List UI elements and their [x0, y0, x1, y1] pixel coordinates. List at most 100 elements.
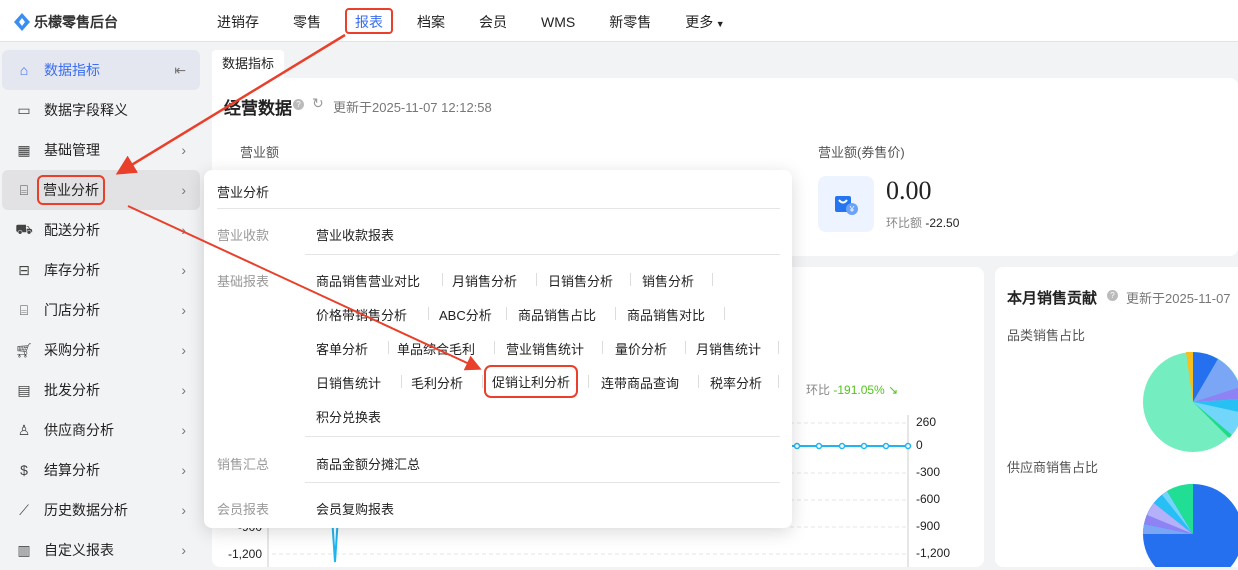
tab-data-metrics[interactable]: 数据指标 — [212, 50, 284, 78]
sidebar-item-label: 供应商分析 — [44, 422, 114, 438]
refresh-icon[interactable]: ↻ — [312, 95, 324, 112]
nav-member[interactable]: 会员 — [462, 0, 524, 42]
coupon-revenue-value: 0.00 — [886, 176, 932, 205]
sidebar-item-purchase-analysis[interactable]: 🛒︎ 采购分析 › — [2, 330, 200, 370]
help-icon[interactable]: ? — [1107, 290, 1118, 301]
user-icon: ♙ — [17, 421, 31, 438]
report-link[interactable]: 会员复购报表 — [316, 499, 394, 518]
svg-text:¥: ¥ — [849, 205, 855, 214]
collapse-sidebar-icon[interactable]: ⇤ — [174, 62, 186, 79]
group-label: 销售汇总 — [217, 457, 270, 472]
nav-archive[interactable]: 档案 — [400, 0, 462, 42]
sidebar-item-settlement-analysis[interactable]: $ 结算分析 › — [2, 450, 200, 490]
report-link[interactable]: 单品综合毛利 — [397, 339, 475, 358]
shopping-bag-icon: ¥ — [818, 176, 874, 232]
compare-label: 环比额 — [886, 216, 923, 230]
sidebar-item-data-metrics[interactable]: ⌂ 数据指标 ⇤ — [2, 50, 200, 90]
report-link[interactable]: 积分兑换表 — [316, 407, 381, 426]
divider — [217, 208, 780, 209]
report-link[interactable]: 商品销售营业对比 — [316, 271, 420, 290]
nav-inventory[interactable]: 进销存 — [200, 0, 276, 42]
report-link[interactable]: 月销售分析 — [452, 271, 517, 290]
category-share-label: 品类销售占比 — [1007, 328, 1086, 343]
report-link[interactable]: ABC分析 — [439, 305, 492, 324]
supplier-pie-chart — [1143, 483, 1238, 567]
sidebar-item-label: 采购分析 — [44, 342, 100, 358]
divider — [305, 436, 780, 437]
axis-tick: -1,200 — [227, 547, 262, 561]
book-icon: ▭ — [17, 101, 31, 118]
axis-tick: 260 — [916, 415, 937, 429]
axis-tick: -300 — [916, 465, 941, 479]
help-icon[interactable]: ? — [293, 99, 304, 110]
report-link[interactable]: 价格带销售分析 — [316, 305, 407, 324]
sidebar-item-store-analysis[interactable]: ⌸ 门店分析 › — [2, 290, 200, 330]
compare-value: -22.50 — [925, 216, 960, 230]
store-icon: ⌸ — [19, 181, 29, 198]
axis-tick: -1,200 — [916, 546, 951, 560]
top-bar: 乐檬零售后台 进销存 零售 报表 档案 会员 WMS 新零售 更多 ▼ — [0, 0, 1238, 42]
business-analysis-submenu: 营业分析 营业收款 营业收款报表 基础报表 商品销售营业对比 月销售分析 日销售… — [204, 170, 792, 528]
divider — [305, 254, 780, 255]
nav-wms[interactable]: WMS — [524, 0, 592, 42]
nav-retail[interactable]: 零售 — [276, 0, 338, 42]
report-link[interactable]: 日销售分析 — [548, 271, 613, 290]
app-logo[interactable]: 乐檬零售后台 — [14, 12, 118, 32]
report-link[interactable]: 营业销售统计 — [506, 339, 584, 358]
cart-icon: 🛒︎ — [15, 341, 33, 358]
report-link[interactable]: 客单分析 — [316, 339, 368, 358]
contribution-title: 本月销售贡献 — [1007, 290, 1098, 307]
business-title: 经营数据 — [224, 99, 292, 118]
axis-tick: -600 — [916, 492, 941, 506]
sidebar-item-inventory-analysis[interactable]: ⊟ 库存分析 › — [2, 250, 200, 290]
category-pie-chart — [1143, 351, 1238, 452]
chevron-right-icon: › — [181, 222, 186, 238]
sidebar-item-business-analysis[interactable]: ⌸ 营业分析 › — [2, 170, 200, 210]
trend-compare-value: -191.05% — [833, 383, 885, 397]
nav-reports[interactable]: 报表 — [338, 0, 400, 42]
sidebar-item-basic-management[interactable]: ▦ 基础管理 › — [2, 130, 200, 170]
trend-down-icon: ↘ — [888, 383, 899, 397]
link-revenue-collection-report[interactable]: 营业收款报表 — [316, 225, 394, 244]
contribution-card: 本月销售贡献 ? 更新于2025-11-07 品类销售占比 供应商销售占比 — [995, 267, 1238, 567]
dollar-icon: $ — [20, 462, 28, 478]
chevron-right-icon: › — [181, 462, 186, 478]
sidebar-item-custom-reports[interactable]: ▥ 自定义报表 › — [2, 530, 200, 570]
wholesale-icon: ▤ — [17, 381, 31, 398]
report-link[interactable]: 商品销售占比 — [518, 305, 596, 324]
logo-icon — [14, 13, 30, 31]
revenue-label: 营业额 — [240, 145, 280, 160]
sidebar-item-supplier-analysis[interactable]: ♙ 供应商分析 › — [2, 410, 200, 450]
chevron-right-icon: › — [181, 502, 186, 518]
report-link[interactable]: 日销售统计 — [316, 373, 381, 392]
sidebar-item-label: 批发分析 — [44, 382, 100, 398]
report-link[interactable]: 连带商品查询 — [601, 373, 679, 392]
nav-more[interactable]: 更多 ▼ — [668, 0, 741, 42]
report-link-promotion-discount-analysis[interactable]: 促销让利分析 — [483, 365, 579, 398]
sidebar-item-wholesale-analysis[interactable]: ▤ 批发分析 › — [2, 370, 200, 410]
sidebar-item-label: 结算分析 — [44, 462, 100, 478]
caret-down-icon: ▼ — [713, 19, 725, 29]
report-link[interactable]: 月销售统计 — [696, 339, 761, 358]
axis-tick: 0 — [916, 438, 923, 452]
app-title: 乐檬零售后台 — [34, 14, 118, 30]
report-link[interactable]: 商品金额分摊汇总 — [316, 454, 420, 473]
report-link[interactable]: 毛利分析 — [411, 373, 463, 392]
chevron-right-icon: › — [181, 542, 186, 558]
sidebar-item-delivery-analysis[interactable]: ⛟ 配送分析 › — [2, 210, 200, 250]
sidebar-item-field-definitions[interactable]: ▭ 数据字段释义 — [2, 90, 200, 130]
report-link[interactable]: 商品销售对比 — [627, 305, 705, 324]
sidebar-item-history-analysis[interactable]: ⟋ 历史数据分析 › — [2, 490, 200, 530]
submenu-title: 营业分析 — [217, 185, 270, 200]
report-link[interactable]: 税率分析 — [710, 373, 762, 392]
sidebar-item-label: 数据字段释义 — [44, 102, 128, 118]
chevron-right-icon: › — [181, 382, 186, 398]
report-link[interactable]: 销售分析 — [642, 271, 694, 290]
axis-tick: -900 — [916, 519, 941, 533]
home-icon: ⌂ — [19, 62, 29, 78]
report-link[interactable]: 量价分析 — [615, 339, 667, 358]
top-nav: 进销存 零售 报表 档案 会员 WMS 新零售 更多 ▼ — [200, 0, 742, 42]
sidebar: ⌂ 数据指标 ⇤ ▭ 数据字段释义 ▦ 基础管理 › ⌸ 营业分析 › ⛟ 配送分析 › ⊟ 库存分… — [0, 42, 205, 563]
sidebar-item-label: 自定义报表 — [44, 542, 114, 558]
nav-new-retail[interactable]: 新零售 — [592, 0, 668, 42]
